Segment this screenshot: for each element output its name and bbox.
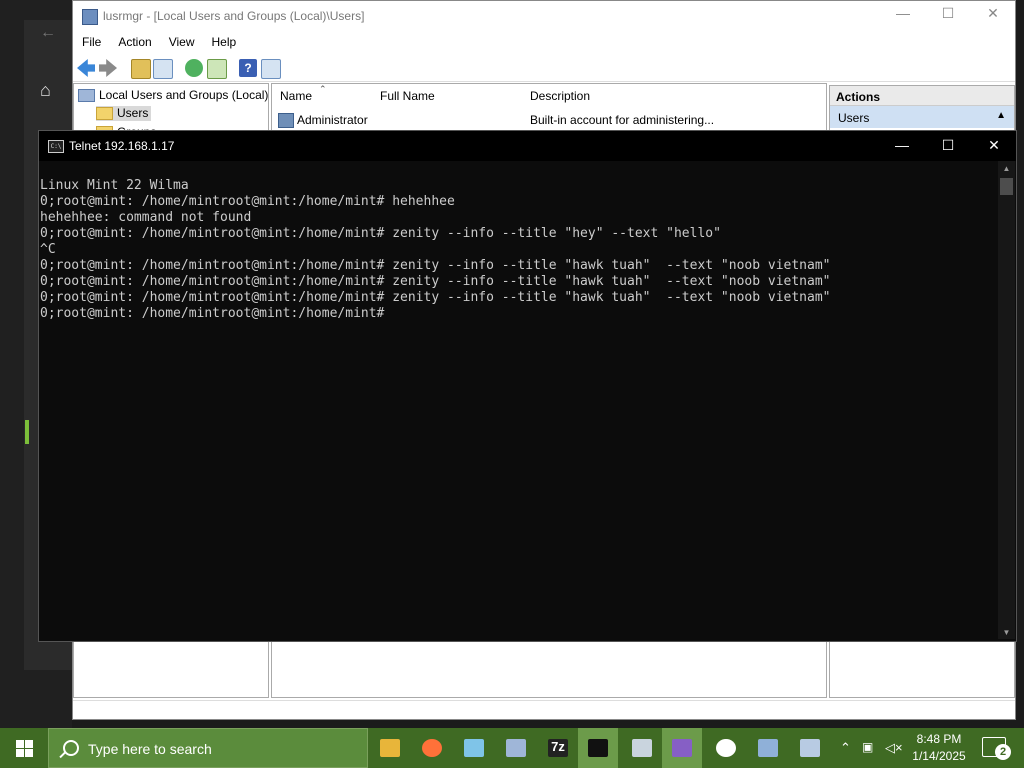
taskbar-app-network[interactable] xyxy=(626,732,658,764)
tree-root[interactable]: Local Users and Groups (Local) xyxy=(78,88,269,103)
user-icon xyxy=(278,113,294,129)
taskbar-app-visual-studio[interactable] xyxy=(662,728,702,768)
computer-users-icon xyxy=(78,89,95,103)
console-app-icon: C:\ xyxy=(48,140,64,153)
maximize-button[interactable]: ☐ xyxy=(928,5,968,27)
user-name-cell: Administrator xyxy=(297,113,368,127)
taskbar-search-box[interactable]: Type here to search xyxy=(48,728,368,768)
telnet-maximize-button[interactable]: ☐ xyxy=(925,137,971,154)
volume-muted-icon[interactable]: ◁× xyxy=(885,740,903,756)
taskbar-app-terminal[interactable] xyxy=(578,728,618,768)
sort-ascending-icon: ⌃ xyxy=(319,84,327,94)
show-hidden-icons-chevron-icon[interactable]: ⌃ xyxy=(840,740,851,756)
taskbar-app-settings-gear[interactable] xyxy=(710,732,742,764)
export-list-icon[interactable] xyxy=(207,59,227,79)
network-status-icon[interactable]: ▣ xyxy=(862,740,873,754)
firefox-icon xyxy=(422,739,442,757)
scroll-down-icon[interactable]: ▼ xyxy=(998,628,1015,637)
terminal-scrollbar[interactable]: ▲ ▼ xyxy=(998,161,1015,639)
show-hide-tree-icon[interactable] xyxy=(153,59,173,79)
actions-header: Actions xyxy=(830,86,1014,106)
search-icon xyxy=(63,740,79,756)
show-hide-action-pane-icon[interactable] xyxy=(261,59,281,79)
back-arrow-icon[interactable] xyxy=(77,59,95,77)
menu-help[interactable]: Help xyxy=(203,32,245,49)
help-icon[interactable]: ? xyxy=(239,59,257,77)
folder-icon xyxy=(96,107,113,121)
refresh-icon[interactable] xyxy=(185,59,203,77)
actions-section-label: Users xyxy=(838,111,870,125)
remote-desktop-icon xyxy=(506,739,526,757)
menu-bar: File Action View Help xyxy=(73,32,1015,54)
clock-date: 1/14/2025 xyxy=(912,749,966,763)
telnet-titlebar[interactable]: C:\ Telnet 192.168.1.17 — ☐ ✕ xyxy=(39,131,1016,161)
telnet-window: C:\ Telnet 192.168.1.17 — ☐ ✕ Linux Mint… xyxy=(38,130,1017,642)
taskbar-app-file-explorer[interactable] xyxy=(374,732,406,764)
taskbar-app-notepad[interactable] xyxy=(458,732,490,764)
taskbar-clock[interactable]: 8:48 PM 1/14/2025 xyxy=(904,731,974,765)
column-header-name[interactable]: Name xyxy=(280,89,312,103)
close-button[interactable]: ✕ xyxy=(973,5,1013,27)
tree-item-users-label: Users xyxy=(117,106,149,120)
user-description-cell: Built-in account for administering... xyxy=(530,113,715,127)
network-computers-icon xyxy=(758,739,778,757)
taskbar-app-remote-desktop[interactable] xyxy=(500,732,532,764)
clock-time: 8:48 PM xyxy=(916,732,962,746)
notification-count-badge: 2 xyxy=(995,744,1011,760)
settings-gear-icon xyxy=(716,739,736,757)
back-arrow-icon[interactable]: ← xyxy=(40,24,56,42)
menu-action[interactable]: Action xyxy=(109,32,159,49)
column-header-full-name[interactable]: Full Name xyxy=(380,89,435,103)
menu-view[interactable]: View xyxy=(160,32,203,49)
taskbar-app-firefox[interactable] xyxy=(416,732,448,764)
scroll-up-icon[interactable]: ▲ xyxy=(998,164,1015,173)
telnet-title: Telnet 192.168.1.17 xyxy=(69,139,175,153)
status-bar xyxy=(73,700,1015,720)
search-placeholder: Type here to search xyxy=(88,741,212,757)
up-folder-icon[interactable] xyxy=(131,59,151,79)
network-icon xyxy=(632,739,652,757)
selection-indicator xyxy=(25,420,29,444)
menu-file[interactable]: File xyxy=(73,32,109,49)
collapse-caret-icon[interactable]: ▲ xyxy=(996,110,1006,121)
taskbar: Type here to search 7z ⌃ ▣ ◁× 8:48 PM 1/… xyxy=(0,728,1024,768)
terminal-text: Linux Mint 22 Wilma 0;root@mint: /home/m… xyxy=(40,178,831,321)
tree-item-users[interactable]: Users xyxy=(96,106,152,122)
windows-logo-icon xyxy=(16,740,33,757)
lusrmgr-app-icon xyxy=(82,9,98,25)
telnet-close-button[interactable]: ✕ xyxy=(971,137,1017,154)
column-header-description[interactable]: Description xyxy=(530,89,590,103)
minimize-button[interactable]: — xyxy=(883,5,923,27)
start-button[interactable] xyxy=(0,728,48,768)
actions-section-users[interactable]: Users ▲ xyxy=(830,106,1014,128)
visual-studio-icon xyxy=(672,739,692,757)
taskbar-app-network-computers[interactable] xyxy=(752,732,784,764)
toolbar: ? xyxy=(73,55,1015,82)
lusrmgr-titlebar[interactable]: lusrmgr - [Local Users and Groups (Local… xyxy=(73,1,1015,32)
terminal-output[interactable]: Linux Mint 22 Wilma 0;root@mint: /home/m… xyxy=(40,161,998,639)
telnet-minimize-button[interactable]: — xyxy=(879,137,925,153)
forward-arrow-icon[interactable] xyxy=(99,59,117,77)
scrollbar-thumb[interactable] xyxy=(1000,178,1013,195)
seven-zip-label: 7z xyxy=(551,739,565,754)
home-icon[interactable]: ⌂ xyxy=(40,80,51,101)
notepad-icon xyxy=(464,739,484,757)
table-row[interactable]: Administrator xyxy=(278,113,368,129)
action-center-icon[interactable]: 2 xyxy=(982,737,1011,760)
taskbar-app-seven-zip[interactable]: 7z xyxy=(542,732,574,764)
tree-root-label: Local Users and Groups (Local) xyxy=(99,88,269,102)
file-explorer-icon xyxy=(380,739,400,757)
lusrmgr-title: lusrmgr - [Local Users and Groups (Local… xyxy=(103,9,365,23)
taskbar-app-user-management[interactable] xyxy=(794,732,826,764)
terminal-icon xyxy=(588,739,608,757)
user-management-icon xyxy=(800,739,820,757)
